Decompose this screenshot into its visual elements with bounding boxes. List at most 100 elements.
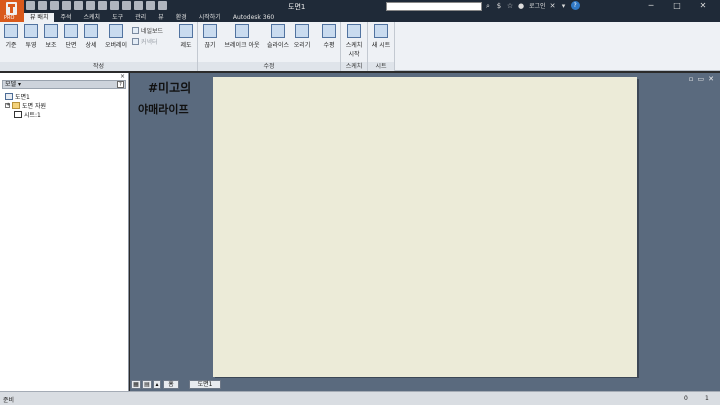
panel-title-sheet: 시트 — [368, 62, 394, 71]
drawing-sheet[interactable] — [213, 77, 637, 377]
home-icon[interactable] — [86, 1, 95, 10]
search-input[interactable] — [386, 2, 482, 11]
appearance-icon[interactable] — [158, 1, 167, 10]
close-button[interactable]: ✕ — [690, 0, 716, 12]
maximize-button[interactable]: □ — [664, 0, 690, 12]
panel-sheet: 새 시트 시트 — [368, 22, 395, 71]
subscription-icon[interactable]: $ — [495, 2, 503, 10]
break-out-label: 브레이크 아웃 — [224, 42, 260, 49]
crop-button[interactable]: 오리기 — [292, 24, 312, 49]
crop-icon — [295, 24, 309, 38]
login-link[interactable]: 로그인 — [529, 1, 546, 10]
tab-environments[interactable]: 환경 — [170, 13, 193, 22]
tab-menu-icon[interactable]: ▴ — [153, 380, 161, 389]
home-tab[interactable]: 홈 — [163, 380, 179, 389]
detail-view-button[interactable]: 상세 — [81, 24, 101, 49]
start-sketch-icon — [347, 24, 361, 38]
title-bar: 도면1 ⌕ $ ☆ ● 로그인 ✕ ▾ ? ─ □ ✕ — [0, 0, 720, 13]
draft-view-icon — [179, 24, 193, 38]
base-view-icon — [4, 24, 18, 38]
drawing-icon — [5, 93, 13, 100]
exchange-icon[interactable]: ✕ — [549, 2, 557, 10]
connector-button[interactable]: 커넥터 — [132, 37, 158, 46]
break-icon — [203, 24, 217, 38]
new-sheet-label: 새 시트 — [371, 42, 391, 49]
tree-item-label: 도면 자원 — [22, 103, 46, 110]
section-view-button[interactable]: 단면 — [61, 24, 81, 49]
status-bar: 준비 0 1 — [0, 391, 720, 405]
break-out-button[interactable]: 브레이크 아웃 — [222, 24, 262, 49]
canvas-restore-icon[interactable]: ▭ — [698, 75, 705, 83]
dropdown-icon[interactable]: ▾ — [560, 2, 568, 10]
auxiliary-view-label: 보조 — [45, 42, 57, 49]
binoculars-icon[interactable]: ⌕ — [484, 2, 492, 10]
new-sheet-icon — [374, 24, 388, 38]
tree-item-drawing[interactable]: 도면1 — [5, 92, 30, 101]
material-icon[interactable] — [146, 1, 155, 10]
undo-icon[interactable] — [62, 1, 71, 10]
section-view-label: 단면 — [65, 42, 77, 49]
tree-item-drawing-resources[interactable]: + 도면 자원 — [5, 101, 46, 110]
folder-icon — [12, 102, 20, 109]
projected-view-button[interactable]: 투영 — [21, 24, 41, 49]
tree-item-sheet[interactable]: 시트:1 — [14, 110, 41, 119]
document-tab[interactable]: 도면1 — [189, 380, 221, 389]
application-menu-button[interactable]: PRO — [0, 0, 24, 22]
properties-icon[interactable] — [110, 1, 119, 10]
open-icon[interactable] — [38, 1, 47, 10]
app-logo-caption: PRO — [4, 15, 15, 21]
auxiliary-view-icon — [44, 24, 58, 38]
tile-view-icon[interactable]: ▦ — [131, 380, 141, 389]
cascade-view-icon[interactable]: ▤ — [142, 380, 152, 389]
overlay-view-button[interactable]: 오버레이 — [102, 24, 130, 49]
canvas-minimize-icon[interactable]: ▫ — [689, 75, 694, 83]
expand-icon[interactable]: + — [5, 103, 10, 108]
user-icon[interactable]: ● — [517, 2, 525, 10]
status-text: 준비 — [3, 397, 15, 404]
redo-icon[interactable] — [74, 1, 83, 10]
base-view-button[interactable]: 기준 — [1, 24, 21, 49]
nailboard-button[interactable]: 네일보드 — [132, 26, 163, 35]
detail-view-icon — [84, 24, 98, 38]
quick-access-toolbar — [26, 1, 167, 12]
draft-view-button[interactable]: 제도 — [176, 24, 196, 49]
tab-sketch[interactable]: 스케치 — [78, 13, 107, 22]
auxiliary-view-button[interactable]: 보조 — [41, 24, 61, 49]
tab-manage[interactable]: 관리 — [129, 13, 152, 22]
graphics-window[interactable]: ▫ ▭ ✕ #미고의 야매라이프 — [130, 73, 720, 378]
tab-get-started[interactable]: 시작하기 — [193, 13, 227, 22]
section-view-icon — [64, 24, 78, 38]
connector-label: 커넥터 — [141, 39, 158, 46]
minimize-button[interactable]: ─ — [638, 0, 664, 12]
horizontal-button[interactable]: 수평 — [319, 24, 339, 49]
panel-title-modify: 수정 — [198, 62, 340, 71]
break-label: 끊기 — [204, 42, 216, 49]
slice-button[interactable]: 슬라이스 — [264, 24, 292, 49]
break-button[interactable]: 끊기 — [200, 24, 220, 49]
canvas-close-icon[interactable]: ✕ — [708, 75, 714, 83]
star-icon[interactable]: ☆ — [506, 2, 514, 10]
select-icon[interactable] — [134, 1, 143, 10]
tab-annotate[interactable]: 주석 — [54, 13, 77, 22]
browser-header: 모델 ▾ ? — [2, 80, 126, 89]
tab-tools[interactable]: 도구 — [106, 13, 129, 22]
tab-place-views[interactable]: 뷰 배치 — [24, 13, 55, 22]
panel-modify: 끊기 브레이크 아웃 슬라이스 오리기 수평 수정 — [198, 22, 341, 71]
new-icon[interactable] — [26, 1, 35, 10]
sheet-icon — [14, 111, 22, 118]
ribbon: 기준 투영 보조 단면 상세 오버레이 네일보드 커넥터 제도 작성 끊기 브레… — [0, 22, 720, 71]
start-sketch-button[interactable]: 스케치 시작 — [344, 24, 364, 58]
browser-help-icon[interactable]: ? — [117, 81, 124, 88]
help-icon[interactable]: ? — [570, 1, 580, 10]
print-icon[interactable] — [98, 1, 107, 10]
overlay-view-icon — [109, 24, 123, 38]
browser-dropdown[interactable]: 모델 ▾ — [5, 81, 21, 88]
new-sheet-button[interactable]: 새 시트 — [371, 24, 391, 49]
tab-autodesk-360[interactable]: Autodesk 360 — [227, 13, 280, 22]
update-icon[interactable] — [122, 1, 131, 10]
tree-item-label: 시트:1 — [24, 112, 41, 119]
save-icon[interactable] — [50, 1, 59, 10]
tab-view[interactable]: 뷰 — [152, 13, 170, 22]
nailboard-icon — [132, 27, 139, 34]
browser-close-button[interactable]: × — [120, 73, 125, 80]
